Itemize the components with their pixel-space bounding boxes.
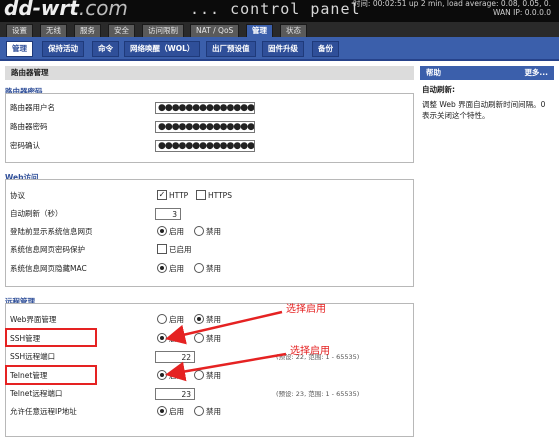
arrow-to-telnet-enable [165,352,287,382]
annotation-arrows [165,310,287,382]
arrow-to-ssh-enable [165,310,283,345]
